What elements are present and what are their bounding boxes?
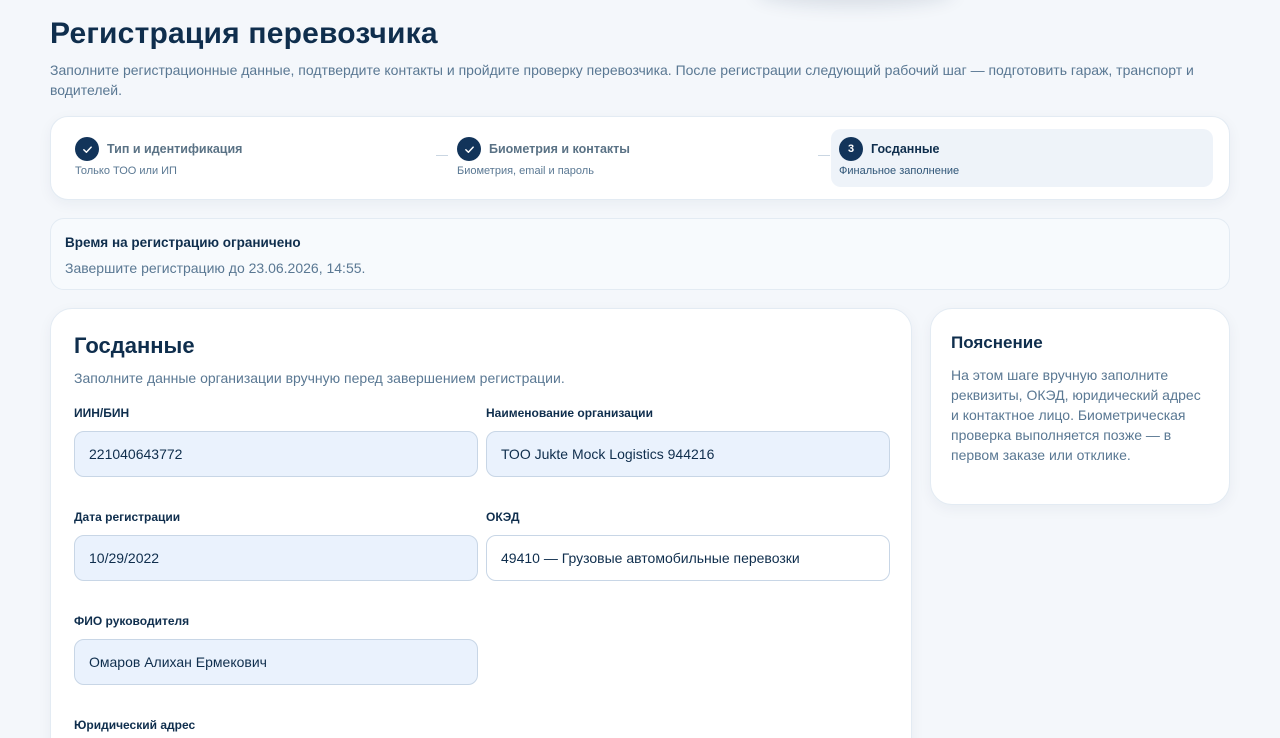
form-description: Заполните данные организации вручную пер… bbox=[74, 370, 565, 386]
page-title: Регистрация перевозчика bbox=[50, 17, 438, 50]
iin-label: ИИН/БИН bbox=[74, 406, 130, 420]
step-number: 3 bbox=[839, 137, 863, 161]
oked-input[interactable] bbox=[486, 535, 890, 581]
reg-date-field-group: Дата регистрации bbox=[74, 510, 478, 581]
step-title: Биометрия и контакты bbox=[489, 142, 630, 156]
reg-date-input[interactable] bbox=[74, 535, 478, 581]
explanation-card: Пояснение На этом шаге вручную заполните… bbox=[930, 308, 1230, 505]
org-name-field-group: Наименование организации bbox=[486, 406, 890, 477]
step-type-identification[interactable]: Тип и идентификация Только ТОО или ИП bbox=[63, 129, 423, 187]
gov-data-form: Госданные Заполните данные организации в… bbox=[50, 308, 912, 738]
oked-label: ОКЭД bbox=[486, 510, 520, 524]
step-separator bbox=[818, 155, 830, 156]
time-limit-notice: Время на регистрацию ограничено Завершит… bbox=[50, 218, 1230, 290]
notice-title: Время на регистрацию ограничено bbox=[65, 235, 301, 250]
org-name-input[interactable] bbox=[486, 431, 890, 477]
step-biometrics-contacts[interactable]: Биометрия и контакты Биометрия, email и … bbox=[445, 129, 805, 187]
explanation-title: Пояснение bbox=[951, 333, 1043, 352]
check-icon bbox=[75, 137, 99, 161]
step-subtitle: Только ТОО или ИП bbox=[75, 165, 177, 177]
explanation-text: На этом шаге вручную заполните реквизиты… bbox=[951, 367, 1201, 463]
step-subtitle: Финальное заполнение bbox=[839, 165, 960, 177]
notice-text: Завершите регистрацию до 23.06.2026, 14:… bbox=[65, 260, 366, 276]
iin-input[interactable] bbox=[74, 431, 478, 477]
address-label: Юридический адрес bbox=[74, 718, 196, 732]
registration-page: Регистрация перевозчика Заполните регист… bbox=[0, 0, 1280, 738]
ceo-field-group: ФИО руководителя bbox=[74, 614, 478, 685]
registration-stepper: Тип и идентификация Только ТОО или ИП Би… bbox=[50, 116, 1230, 200]
address-field-group: Юридический адрес bbox=[74, 718, 478, 734]
step-subtitle: Биометрия, email и пароль bbox=[457, 165, 594, 177]
step-gov-data[interactable]: 3 Госданные Финальное заполнение bbox=[831, 129, 1213, 187]
page-subtitle: Заполните регистрационные данные, подтве… bbox=[50, 62, 1194, 98]
form-title: Госданные bbox=[74, 333, 195, 358]
iin-field-group: ИИН/БИН bbox=[74, 406, 478, 477]
ceo-input[interactable] bbox=[74, 639, 478, 685]
step-title: Госданные bbox=[871, 142, 940, 156]
step-title: Тип и идентификация bbox=[107, 142, 243, 156]
reg-date-label: Дата регистрации bbox=[74, 510, 181, 524]
oked-field-group: ОКЭД bbox=[486, 510, 890, 581]
check-icon bbox=[457, 137, 481, 161]
ceo-label: ФИО руководителя bbox=[74, 614, 190, 628]
org-name-label: Наименование организации bbox=[486, 406, 653, 420]
